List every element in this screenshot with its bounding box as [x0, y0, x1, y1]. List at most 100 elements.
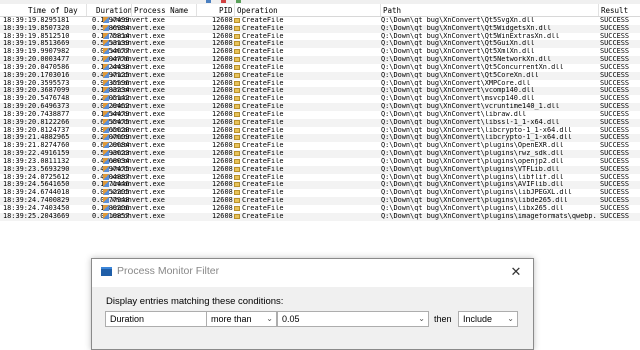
cell-path: Q:\Down\qt bug\XnConvert\Qt5NetworkXn.dl… [381, 56, 596, 64]
cell-path: Q:\Down\qt bug\XnConvert\Qt5ConcurrentXn… [381, 64, 596, 72]
cell-pid-text: 12608 [212, 95, 233, 103]
relation-select[interactable]: more than ⌄ [206, 311, 277, 327]
cell-process-name: xnconvert.exe [103, 40, 203, 48]
cell-path-text: Q:\Down\qt bug\XnConvert\plugins\rwz_sdk… [381, 150, 564, 158]
col-result[interactable]: Result [601, 6, 628, 15]
table-row[interactable]: 18:39:24.7400829 0.0777948 xnconvert.exe 12… [0, 197, 640, 205]
cell-process-name: xnconvert.exe [103, 103, 203, 111]
value-combo[interactable]: 0.05 ⌄ [277, 311, 429, 327]
cell-result: SUCCESS [600, 40, 640, 48]
action-select[interactable]: Include ⌄ [458, 311, 518, 327]
cell-time-text: 18:39:20.5476748 [3, 95, 70, 103]
table-row[interactable]: 18:39:20.8122266 0.6755475 xnconvert.exe 12… [0, 118, 640, 127]
cell-pid: 12608 [212, 174, 234, 182]
toolbar-icon-red[interactable] [221, 0, 226, 3]
table-row[interactable]: 18:39:23.5693290 0.4797475 xnconvert.exe 12… [0, 165, 640, 174]
cell-path: Q:\Down\qt bug\XnConvert\Qt5WidgetsXn.dl… [381, 25, 596, 33]
table-row[interactable]: 18:39:20.7438877 0.1154479 xnconvert.exe 12… [0, 110, 640, 119]
cell-pid: 12608 [212, 56, 234, 64]
table-row[interactable]: 18:39:24.7403450 0.1289206 xnconvert.exe 12… [0, 204, 640, 213]
table-row[interactable]: 18:39:20.3595573 0.9035596 xnconvert.exe 12… [0, 79, 640, 88]
table-row[interactable]: 18:39:20.8124737 0.8765620 xnconvert.exe 12… [0, 126, 640, 135]
cell-time: 18:39:19.8507320 [3, 25, 83, 33]
dialog-titlebar[interactable]: Process Monitor Filter ✕ [92, 259, 533, 286]
close-icon[interactable]: ✕ [506, 262, 526, 282]
cell-process-name: xnconvert.exe [103, 17, 203, 25]
process-icon [103, 56, 109, 63]
table-row[interactable]: 18:39:19.8507320 0.5186984 xnconvert.exe 12… [0, 24, 640, 33]
table-row[interactable]: 18:39:21.4882965 0.2007609 xnconvert.exe 12… [0, 134, 640, 143]
column-select[interactable]: Duration ⌄ [105, 311, 217, 327]
process-icon [103, 134, 109, 141]
cell-operation: CreateFile [234, 72, 379, 80]
cell-time: 18:39:19.8295181 [3, 17, 83, 25]
table-row[interactable]: 18:39:20.0470586 0.1224438 xnconvert.exe 12… [0, 63, 640, 72]
cell-result-text: SUCCESS [600, 103, 630, 111]
col-duration[interactable]: Duration [96, 6, 132, 15]
cell-path-text: Q:\Down\qt bug\XnConvert\Qt5WinExtrasXn.… [381, 32, 560, 40]
table-row[interactable]: 18:39:20.0003477 0.7504776 xnconvert.exe 12… [0, 56, 640, 64]
table-row[interactable]: 18:39:19.8513669 0.5053139 xnconvert.exe 12… [0, 40, 640, 49]
cell-result-text: SUCCESS [600, 79, 630, 87]
table-row[interactable]: 18:39:19.8512510 0.1375814 xnconvert.exe 12… [0, 32, 640, 41]
cell-result: SUCCESS [600, 80, 640, 88]
cell-result: SUCCESS [600, 134, 640, 142]
process-icon [103, 142, 109, 149]
toolbar-icon-green[interactable] [236, 0, 241, 3]
toolbar-icon-blue[interactable] [206, 0, 211, 3]
cell-path: Q:\Down\qt bug\XnConvert\vcomp140.dll [381, 87, 596, 95]
cell-path-text: Q:\Down\qt bug\XnConvert\Qt5SvgXn.dll [381, 17, 535, 24]
col-pid[interactable]: PID [219, 6, 233, 15]
table-row[interactable]: 18:39:19.9907982 0.0554677 xnconvert.exe 12… [0, 48, 640, 56]
col-path[interactable]: Path [383, 6, 401, 15]
cell-path: Q:\Down\qt bug\XnConvert\XMPCore.dll [381, 80, 596, 88]
cell-pid: 12608 [212, 205, 234, 213]
table-row[interactable]: 18:39:20.6496373 0.0929462 xnconvert.exe 12… [0, 103, 640, 111]
col-operation[interactable]: Operation [237, 6, 278, 15]
cell-time: 18:39:20.8122266 [3, 119, 83, 127]
cell-operation: CreateFile [234, 40, 379, 48]
col-time-of-day[interactable]: Time of Day [28, 6, 78, 15]
cell-time-text: 18:39:20.0003477 [3, 56, 70, 64]
table-row[interactable]: 18:39:23.0811132 0.4868034 xnconvert.exe 12… [0, 157, 640, 166]
cell-operation: CreateFile [234, 87, 379, 95]
cell-path: Q:\Down\qt bug\XnConvert\vcruntime140_1.… [381, 103, 596, 111]
file-system-icon [234, 111, 240, 117]
cell-path-text: Q:\Down\qt bug\XnConvert\vcruntime140_1.… [381, 103, 560, 111]
cell-time-text: 18:39:21.4882965 [3, 134, 70, 142]
cell-result-text: SUCCESS [600, 95, 630, 103]
cell-process-name-text: xnconvert.exe [111, 110, 165, 118]
dialog-title: Process Monitor Filter [117, 265, 220, 277]
cell-result-text: SUCCESS [600, 173, 630, 181]
cell-operation: CreateFile [234, 181, 379, 189]
value-input[interactable]: 0.05 [282, 312, 300, 326]
cell-time: 18:39:20.6496373 [3, 103, 83, 111]
file-system-icon [234, 190, 240, 196]
process-monitor-icon [101, 267, 112, 276]
cell-time-text: 18:39:20.6496373 [3, 103, 70, 111]
cell-pid-text: 12608 [212, 197, 233, 205]
table-row[interactable]: 18:39:20.3687099 0.1383234 xnconvert.exe 12… [0, 87, 640, 96]
file-system-icon [234, 174, 240, 180]
cell-process-name-text: xnconvert.exe [111, 126, 165, 134]
table-row[interactable]: 18:39:19.8295181 0.1697499 xnconvert.exe 12… [0, 17, 640, 25]
cell-result-text: SUCCESS [600, 24, 630, 32]
cell-result-text: SUCCESS [600, 212, 630, 220]
cell-time-text: 18:39:20.8122266 [3, 118, 70, 126]
col-process-name[interactable]: Process Name [134, 6, 188, 15]
cell-operation-text: CreateFile [242, 17, 284, 24]
cell-operation-text: CreateFile [242, 79, 284, 87]
table-row[interactable]: 18:39:21.8274760 0.6629684 xnconvert.exe 12… [0, 142, 640, 150]
table-row[interactable]: 18:39:25.2043669 0.0519857 xnconvert.exe 12… [0, 212, 640, 221]
cell-pid-text: 12608 [212, 32, 233, 40]
cell-operation-text: CreateFile [242, 142, 284, 150]
table-row[interactable]: 18:39:24.0725612 0.4904887 xnconvert.exe 12… [0, 173, 640, 182]
cell-path-text: Q:\Down\qt bug\XnConvert\libcrypto-1_1-x… [381, 126, 572, 134]
cell-path-text: Q:\Down\qt bug\XnConvert\msvcp140.dll [381, 95, 535, 103]
table-row[interactable]: 18:39:24.5641650 0.1071446 xnconvert.exe 12… [0, 181, 640, 190]
table-row[interactable]: 18:39:22.4916159 0.5293623 xnconvert.exe 12… [0, 150, 640, 158]
cell-time: 18:39:20.0470586 [3, 64, 83, 72]
table-row[interactable]: 18:39:24.6744018 0.0552205 xnconvert.exe 12… [0, 189, 640, 197]
table-row[interactable]: 18:39:20.5476748 0.2305142 xnconvert.exe 12… [0, 95, 640, 103]
table-row[interactable]: 18:39:20.1703016 0.4497125 xnconvert.exe 12… [0, 71, 640, 80]
